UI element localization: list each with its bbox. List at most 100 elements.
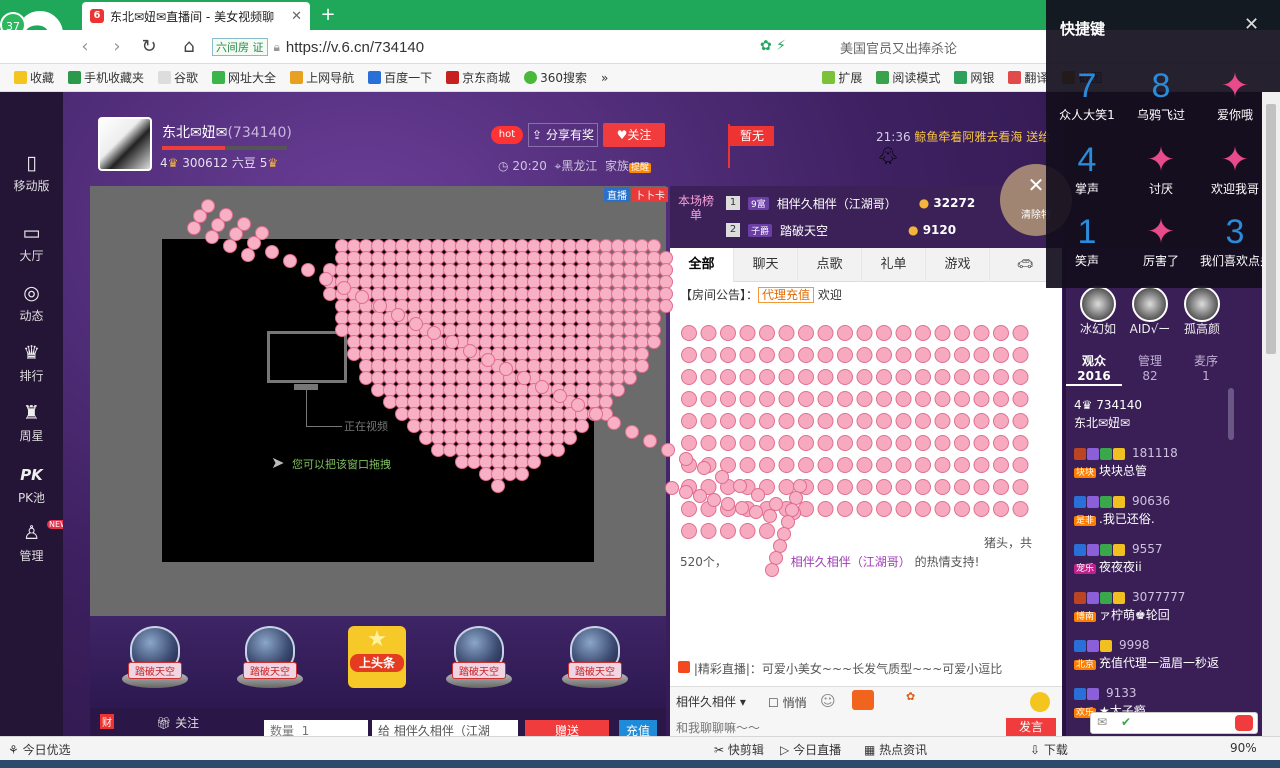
tab-games[interactable]: 游戏	[926, 248, 990, 282]
emoji-icon[interactable]: ☺	[820, 692, 836, 710]
share-button[interactable]: ⇪ 分享有奖	[528, 123, 598, 147]
status-left[interactable]: ⚘ 今日优选	[8, 741, 71, 758]
shortcut-item[interactable]: ✦ 爱你哦	[1200, 66, 1270, 132]
home-icon[interactable]: ⌂	[178, 36, 200, 58]
lucky-wheel-icon[interactable]: ✿	[906, 690, 915, 703]
mini-chat-widget[interactable]: ✉ ✔	[1090, 712, 1258, 734]
page-scrollbar[interactable]	[1262, 92, 1280, 736]
bookmark-item[interactable]: 网银	[954, 69, 994, 86]
nav-feed[interactable]: ◎ 动态	[0, 282, 63, 342]
security-icon[interactable]: ✿ ⚡	[760, 38, 786, 54]
refresh-icon[interactable]: ↻	[138, 36, 160, 58]
family-label[interactable]: 家族	[605, 159, 629, 173]
status-item[interactable]: ▷ 今日直播	[780, 741, 841, 758]
headline-gift[interactable]: ★ 上头条	[348, 626, 406, 688]
url-field[interactable]: 六间房 证 🔒︎ https://v.6.cn/734140	[212, 35, 832, 59]
nav-hall[interactable]: ▭ 大厅	[0, 222, 63, 282]
tab-gifts[interactable]: 礼单	[862, 248, 926, 282]
shortcut-item[interactable]: ✦ 欢迎我哥	[1200, 140, 1270, 206]
announce-tag[interactable]: 代理充值	[758, 287, 815, 303]
gift-box-button[interactable]: 🎁︎ 关注	[156, 714, 199, 731]
audience-avatar[interactable]	[1184, 286, 1220, 322]
audience-avatar[interactable]	[1080, 286, 1116, 322]
tab-close-icon[interactable]: ✕	[291, 9, 302, 24]
list-item[interactable]: 9998 北京 充值代理一温眉一秒返	[1074, 636, 1244, 674]
zoom-level[interactable]: 90%	[1230, 741, 1257, 755]
send-message-button[interactable]: 发言	[1006, 718, 1056, 736]
chat-input[interactable]	[676, 720, 1002, 736]
close-icon[interactable]: ✕	[1244, 14, 1259, 35]
nav-mobile[interactable]: ▯ 移动版	[0, 152, 63, 212]
gift-item[interactable]: 踏破天空	[120, 626, 190, 696]
anchor-avatar[interactable]	[98, 117, 152, 171]
scrollbar-thumb[interactable]	[1266, 104, 1276, 354]
shortcut-item[interactable]: 1 笑声	[1052, 212, 1122, 278]
bookmark-item[interactable]: 手机收藏夹	[68, 69, 144, 86]
ranking-title[interactable]: 本场榜单	[678, 194, 714, 222]
tab-all[interactable]: 全部	[670, 248, 734, 282]
bookmark-item[interactable]: 百度一下	[368, 69, 432, 86]
gift-item[interactable]: 踏破天空	[560, 626, 630, 696]
new-tab-button[interactable]: +	[318, 4, 338, 26]
video-screen[interactable]	[162, 239, 594, 562]
audience-name[interactable]: AID√ー	[1120, 320, 1180, 337]
ranking-row[interactable]: 1 9富 相伴久相伴（江湖哥） ● 32272	[726, 192, 975, 214]
shortcut-item[interactable]: 7 众人大笑1	[1052, 66, 1122, 132]
bookmark-item[interactable]: 京东商城	[446, 69, 510, 86]
coin-icon: ●	[908, 223, 919, 237]
tab-viewers[interactable]: 观众 2016	[1066, 348, 1122, 386]
family-tag[interactable]: 提醒	[628, 163, 651, 173]
gift-item[interactable]: 踏破天空	[235, 626, 305, 696]
shortcut-item[interactable]: 4 掌声	[1052, 140, 1122, 206]
list-item[interactable]: 181118 块块 块块总管	[1074, 444, 1244, 482]
status-item[interactable]: ⇩ 下载	[1030, 741, 1068, 758]
chat-recipient-select[interactable]: 相伴久相伴 ▾	[676, 693, 764, 711]
shortcut-item[interactable]: ✦ 厉害了	[1126, 212, 1196, 278]
list-item[interactable]: 4♛ 734140 东北✉妞✉	[1074, 396, 1244, 432]
bookmark-item[interactable]: 360搜索	[524, 69, 587, 86]
bookmark-item[interactable]: 收藏	[14, 69, 54, 86]
sticker-icon[interactable]	[852, 690, 874, 710]
bookmark-item[interactable]: 翻译	[1008, 69, 1048, 86]
shortcut-item[interactable]: 8 乌鸦飞过	[1126, 66, 1196, 132]
tab-active[interactable]: 6 东北✉妞✉直播间 - 美女视频聊 ✕	[82, 2, 310, 30]
tab-mic-queue[interactable]: 麦序 1	[1178, 348, 1234, 386]
ranking-row[interactable]: 2 子爵 踏破天空 ● 9120	[726, 219, 956, 241]
shortcut-item[interactable]: 3 我们喜欢点关	[1200, 212, 1272, 278]
bookmark-item[interactable]: 扩展	[822, 69, 862, 86]
extension-icon	[822, 71, 836, 84]
tab-admins[interactable]: 管理 82	[1122, 348, 1178, 386]
egg-icon[interactable]	[1030, 692, 1050, 712]
status-item[interactable]: ✂ 快剪辑	[714, 741, 764, 758]
featured-live[interactable]: |精彩直播|：可爱小美女~~~长发气质型~~~可爱小逗比	[678, 660, 1002, 677]
status-item[interactable]: ▦ 热点资讯	[864, 741, 927, 758]
wallet-icon[interactable]: 财	[100, 714, 114, 729]
nav-weekstar[interactable]: ♜ 周星	[0, 402, 63, 462]
list-item[interactable]: 90636 是非 .我已还俗.	[1074, 492, 1244, 530]
list-item[interactable]: 9557 宠乐 夜夜夜ii	[1074, 540, 1244, 578]
audience-avatar[interactable]	[1132, 286, 1168, 322]
bookmark-item[interactable]: 谷歌	[158, 69, 198, 86]
audience-name[interactable]: 冰幻如	[1068, 320, 1128, 337]
tab-song[interactable]: 点歌	[798, 248, 862, 282]
back-icon[interactable]: ‹	[74, 36, 96, 58]
bookmark-item[interactable]: 上网导航	[290, 69, 354, 86]
forward-icon[interactable]: ›	[106, 36, 128, 58]
nav-manage[interactable]: NEW ♙ 管理	[0, 520, 70, 582]
news-headline[interactable]: 美国官员又出捧杀论	[840, 38, 957, 57]
list-item[interactable]: 3077777 博南 ァ柠萌♚轮回	[1074, 588, 1244, 626]
monitor-icon	[267, 331, 347, 383]
gift-item[interactable]: 踏破天空	[444, 626, 514, 696]
tab-chat[interactable]: 聊天	[734, 248, 798, 282]
audience-name[interactable]: 孤高颜	[1172, 320, 1232, 337]
audience-scrollbar[interactable]	[1228, 388, 1234, 440]
nav-pk[interactable]: PK PK池	[0, 464, 63, 524]
shortcut-item[interactable]: ✦ 讨厌	[1126, 140, 1196, 206]
bookmark-item[interactable]: 网址大全	[212, 69, 276, 86]
more-bookmarks[interactable]: »	[601, 71, 608, 85]
follow-button[interactable]: ♥关注	[603, 123, 665, 147]
summary-user[interactable]: 相伴久相伴（江湖哥）	[791, 555, 911, 569]
bookmark-item[interactable]: 阅读模式	[876, 69, 940, 86]
whisper-checkbox[interactable]: ☐ 悄悄	[768, 694, 807, 711]
nav-rank[interactable]: ♛ 排行	[0, 342, 63, 402]
